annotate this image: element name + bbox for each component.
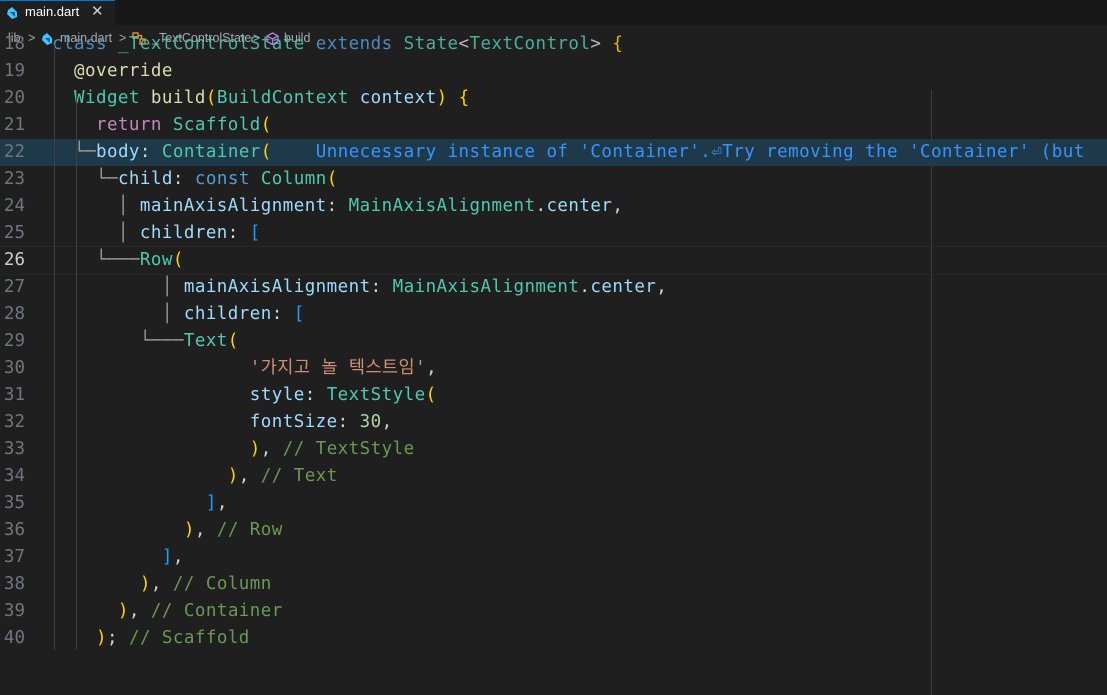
code-text: ), // Container bbox=[117, 601, 283, 621]
dart-file-icon bbox=[7, 7, 17, 19]
line-number: 40 bbox=[3, 628, 25, 648]
line-number: 22 bbox=[3, 142, 25, 162]
code-line[interactable]: 21 return Scaffold( bbox=[0, 112, 1107, 139]
code-editor[interactable]: 18 class _TextControlState extends State<… bbox=[0, 34, 1107, 695]
indent-guide bbox=[54, 45, 55, 650]
code-text: '가지고 놀 텍스트임', bbox=[249, 358, 438, 378]
line-number: 37 bbox=[3, 547, 25, 567]
tab-bar: main.dart ✕ bbox=[0, 0, 1107, 25]
code-line[interactable]: 36 ), // Row bbox=[0, 517, 1107, 544]
code-line[interactable]: 25 │ children: [ bbox=[0, 220, 1107, 247]
line-number: 28 bbox=[3, 304, 25, 324]
code-line[interactable]: 29 └───Text( bbox=[0, 328, 1107, 355]
code-text: Widget build(BuildContext context) { bbox=[73, 88, 470, 108]
code-text: ), // Column bbox=[139, 574, 272, 594]
code-line[interactable]: 20 Widget build(BuildContext context) { bbox=[0, 85, 1107, 112]
line-number: 36 bbox=[3, 520, 25, 540]
indent-guide bbox=[76, 90, 77, 650]
code-text: └─body: Container( Unnecessary instance … bbox=[73, 142, 1085, 162]
code-line[interactable]: 31 style: TextStyle( bbox=[0, 382, 1107, 409]
line-number: 20 bbox=[3, 88, 25, 108]
code-text: └───Text( bbox=[139, 331, 239, 351]
code-text: │ children: [ bbox=[117, 223, 261, 243]
line-number: 39 bbox=[3, 601, 25, 621]
code-text: ], bbox=[161, 547, 184, 567]
line-number: 24 bbox=[3, 196, 25, 216]
tab-main-dart[interactable]: main.dart ✕ bbox=[0, 0, 115, 25]
code-text: │ mainAxisAlignment: MainAxisAlignment.c… bbox=[117, 196, 624, 216]
line-number: 26 bbox=[3, 250, 25, 270]
code-line[interactable]: 18 class _TextControlState extends State<… bbox=[0, 31, 1107, 58]
tab-label: main.dart bbox=[25, 4, 80, 19]
line-number: 18 bbox=[3, 34, 25, 54]
code-line[interactable]: 39 ), // Container bbox=[0, 598, 1107, 625]
code-text: fontSize: 30, bbox=[249, 412, 393, 432]
code-text: ), // Text bbox=[227, 466, 338, 486]
line-number: 27 bbox=[3, 277, 25, 297]
code-line[interactable]: 30 '가지고 놀 텍스트임', bbox=[0, 355, 1107, 382]
line-number: 31 bbox=[3, 385, 25, 405]
code-text: @override bbox=[73, 61, 173, 81]
line-number: 19 bbox=[3, 61, 25, 81]
code-line[interactable]: 35 ], bbox=[0, 490, 1107, 517]
code-line[interactable]: 34 ), // Text bbox=[0, 463, 1107, 490]
code-text: style: TextStyle( bbox=[249, 385, 437, 405]
code-text: │ mainAxisAlignment: MainAxisAlignment.c… bbox=[161, 277, 668, 297]
code-text: └───Row( bbox=[95, 250, 184, 270]
code-text: return Scaffold( bbox=[95, 115, 272, 135]
line-number: 30 bbox=[3, 358, 25, 378]
code-line[interactable]: 38 ), // Column bbox=[0, 571, 1107, 598]
code-line[interactable]: 40 ); // Scaffold bbox=[0, 625, 1107, 652]
code-line[interactable]: 22 └─body: Container( Unnecessary instan… bbox=[0, 139, 1107, 166]
code-text: │ children: [ bbox=[161, 304, 305, 324]
code-text: ); // Scaffold bbox=[95, 628, 250, 648]
line-number: 34 bbox=[3, 466, 25, 486]
code-text: ), // TextStyle bbox=[249, 439, 415, 459]
code-line[interactable]: 24 │ mainAxisAlignment: MainAxisAlignmen… bbox=[0, 193, 1107, 220]
code-line[interactable]: 26 └───Row( bbox=[0, 246, 1107, 275]
code-line[interactable]: 37 ], bbox=[0, 544, 1107, 571]
code-line[interactable]: 23 └─child: const Column( bbox=[0, 166, 1107, 193]
line-number: 29 bbox=[3, 331, 25, 351]
line-number: 21 bbox=[3, 115, 25, 135]
line-number: 32 bbox=[3, 412, 25, 432]
code-text: class _TextControlState extends State<Te… bbox=[52, 34, 624, 54]
line-number: 35 bbox=[3, 493, 25, 513]
code-text: └─child: const Column( bbox=[95, 169, 338, 189]
code-line[interactable]: 28 │ children: [ bbox=[0, 301, 1107, 328]
line-number: 33 bbox=[3, 439, 25, 459]
line-number: 25 bbox=[3, 223, 25, 243]
close-icon[interactable]: ✕ bbox=[91, 2, 104, 20]
code-line[interactable]: 27 │ mainAxisAlignment: MainAxisAlignmen… bbox=[0, 274, 1107, 301]
code-text: ], bbox=[205, 493, 228, 513]
code-line[interactable]: 32 fontSize: 30, bbox=[0, 409, 1107, 436]
code-text: ), // Row bbox=[183, 520, 283, 540]
code-line[interactable]: 19 @override bbox=[0, 58, 1107, 85]
code-line[interactable]: 33 ), // TextStyle bbox=[0, 436, 1107, 463]
line-number: 38 bbox=[3, 574, 25, 594]
line-number: 23 bbox=[3, 169, 25, 189]
